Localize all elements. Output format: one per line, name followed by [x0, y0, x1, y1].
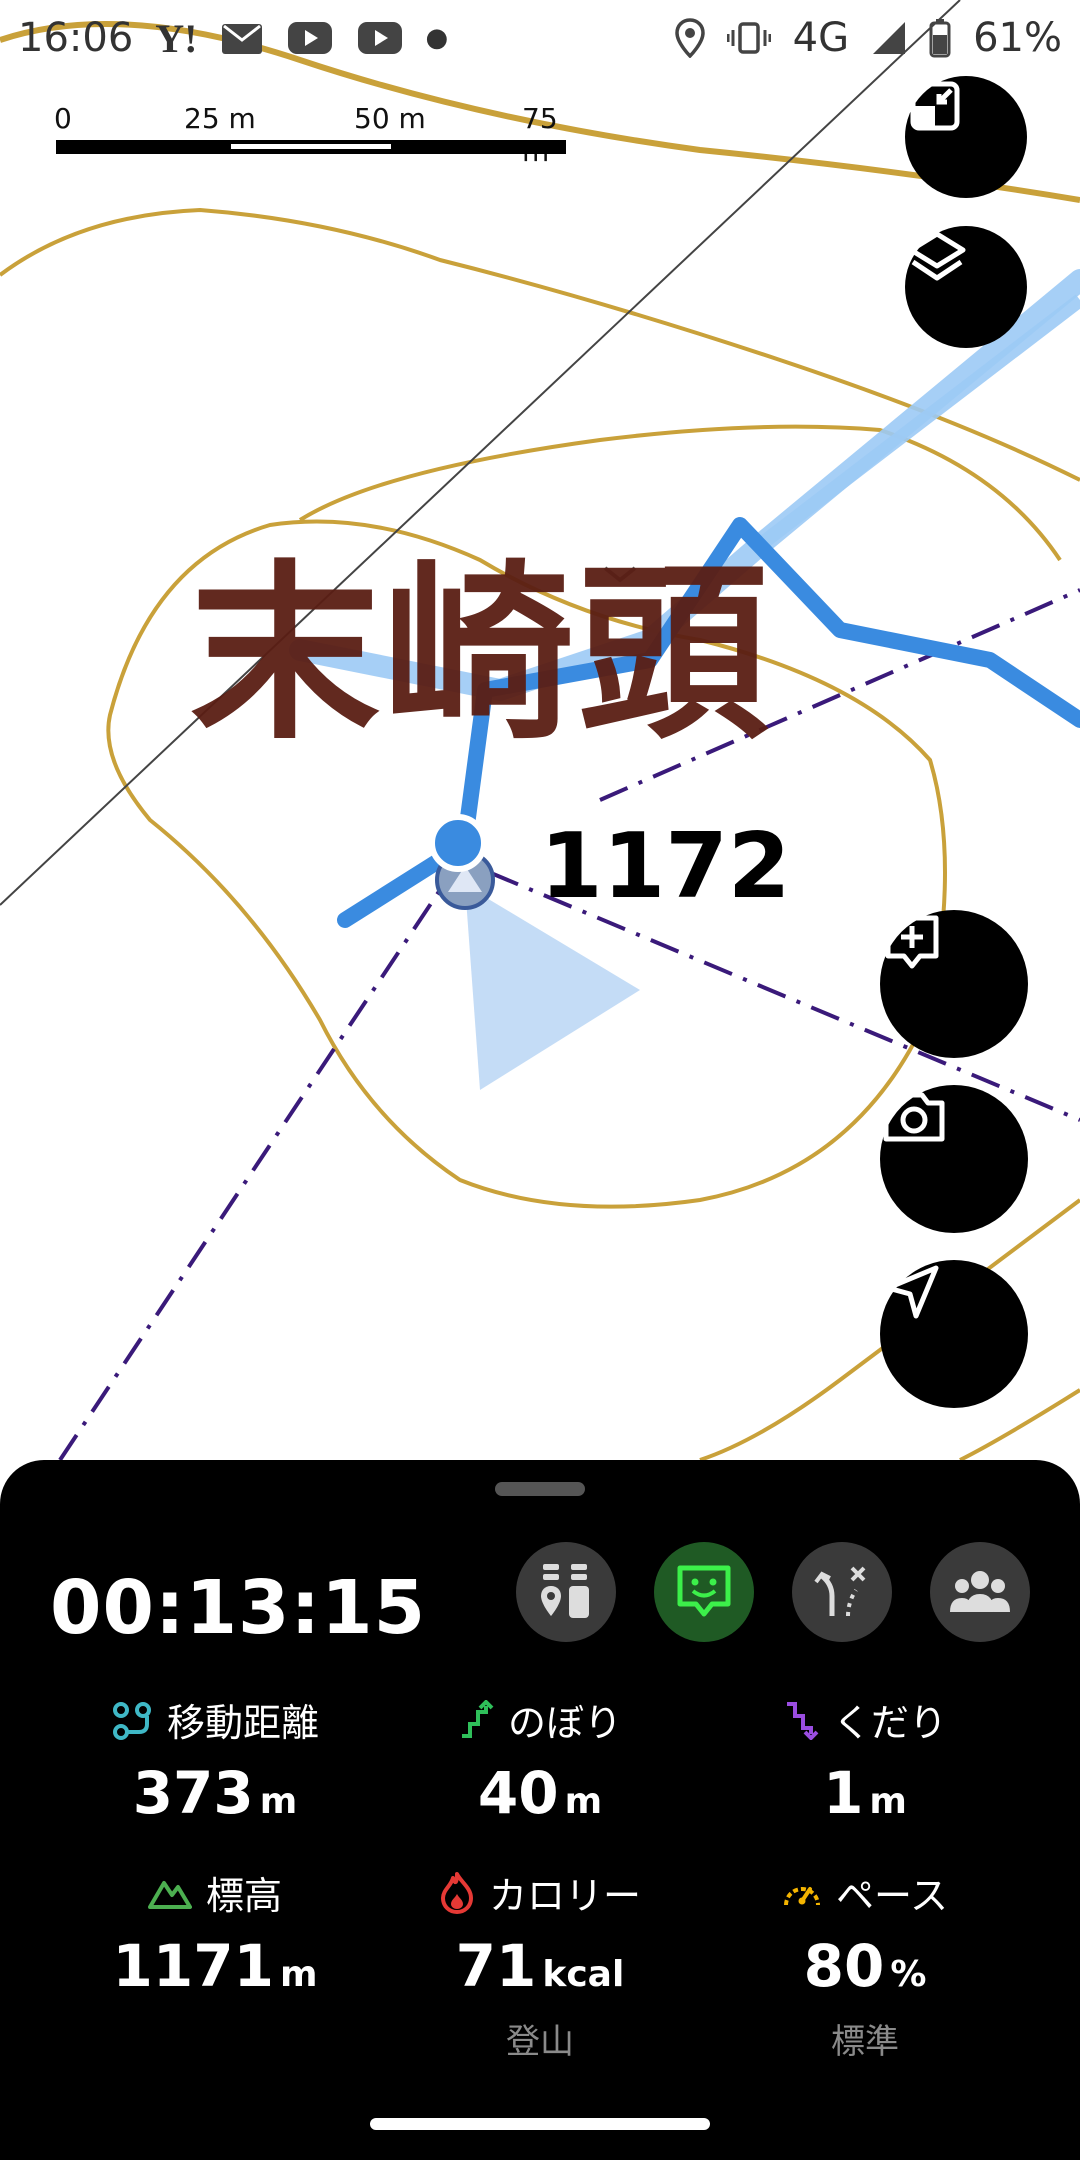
add-note-button[interactable]	[880, 910, 1028, 1058]
stat-unit: kcal	[542, 1954, 625, 1995]
camera-icon	[883, 1092, 945, 1142]
stat-pace: ペース 80% 標準	[695, 1865, 1035, 2063]
stat-label: のぼり	[507, 1701, 622, 1745]
peak-name-label: 末崎頭	[190, 544, 773, 765]
scale-label: 0	[54, 102, 72, 135]
scale-bar: 0 25 m 50 m 75 m	[54, 102, 566, 168]
drag-handle[interactable]	[495, 1482, 585, 1496]
youtube-icon	[357, 22, 402, 54]
stat-unit: m	[259, 1781, 298, 1822]
stat-sub: 登山	[506, 2022, 574, 2062]
stat-unit: m	[564, 1781, 603, 1822]
stat-elevation: 標高 1171 m	[45, 1865, 385, 2000]
stat-value: 373	[132, 1759, 254, 1827]
checkpoint-icon	[541, 1564, 589, 1618]
fullscreen-exit-icon	[910, 81, 960, 131]
planned-route	[755, 294, 1080, 551]
stat-label: ペース	[835, 1874, 949, 1918]
assistant-icon	[677, 1565, 731, 1617]
mail-icon	[221, 24, 262, 54]
contour-line	[298, 424, 1062, 562]
stat-calories: カロリー 71 kcal 登山	[370, 1865, 710, 2063]
off-route-icon	[814, 1566, 866, 1617]
stat-value: 80	[803, 1932, 885, 2000]
route-icon	[112, 1701, 151, 1740]
stat-value: 40	[477, 1759, 559, 1827]
youtube-icon	[287, 22, 332, 54]
add-note-icon	[885, 915, 939, 969]
battery-icon	[929, 19, 951, 58]
stat-unit: m	[279, 1954, 318, 1995]
status-time: 16:06	[18, 15, 134, 61]
current-location-dot	[429, 814, 487, 872]
network-type: 4G	[792, 15, 850, 61]
stat-unit: %	[890, 1954, 927, 1995]
off-route-button[interactable]	[792, 1542, 892, 1642]
scale-label: 25 m	[184, 102, 256, 135]
stat-value: 1171	[112, 1932, 274, 2000]
stat-descent: くだり 1m	[695, 1692, 1035, 1827]
stat-label: 移動距離	[166, 1701, 319, 1745]
stat-value: 1	[823, 1759, 864, 1827]
stat-unit: m	[869, 1781, 907, 1822]
stat-distance: 移動距離 373 m	[45, 1692, 385, 1827]
stat-label: 標高	[205, 1874, 282, 1918]
home-indicator[interactable]	[370, 2118, 710, 2130]
fullscreen-exit-button[interactable]	[905, 76, 1027, 198]
navigate-button[interactable]	[880, 1260, 1028, 1408]
navigate-icon	[885, 1265, 939, 1319]
signal-icon	[873, 22, 906, 54]
flame-icon	[440, 1871, 473, 1914]
stat-label: くだり	[832, 1701, 947, 1745]
group-button[interactable]	[930, 1542, 1030, 1642]
stat-sub: 標準	[831, 2022, 899, 2062]
stat-ascent: のぼり 40 m	[370, 1692, 710, 1827]
peak-elevation-label: 1172	[540, 814, 791, 919]
assistant-button[interactable]	[654, 1542, 754, 1642]
status-bar: 16:06 Y! ● 4G 61%	[0, 0, 1080, 76]
mountain-icon	[147, 1880, 192, 1909]
checkpoint-button[interactable]	[516, 1542, 616, 1642]
stat-value: 71	[455, 1932, 537, 2000]
scale-label: 75 m	[522, 102, 558, 168]
stat-label: カロリー	[488, 1874, 641, 1918]
speedometer-icon	[783, 1886, 820, 1905]
group-icon	[950, 1571, 1010, 1612]
map-view[interactable]: 末崎頭 1172 0 25 m 50 m 75 m	[0, 0, 1080, 1480]
descent-icon	[786, 1701, 819, 1740]
elapsed-time: 00:13:15	[50, 1565, 427, 1651]
battery-level: 61%	[973, 15, 1062, 61]
ascent-icon	[461, 1699, 494, 1738]
yahoo-icon: Y!	[155, 15, 198, 61]
dot-icon: ●	[425, 23, 449, 53]
scale-label: 50 m	[354, 102, 426, 135]
vibrate-icon	[726, 22, 771, 54]
camera-button[interactable]	[880, 1085, 1028, 1233]
location-icon	[674, 18, 705, 58]
layers-button[interactable]	[905, 226, 1027, 348]
layers-icon	[908, 231, 966, 281]
activity-panel[interactable]: 00:13:15 移動距離 373 m のぼり 40 m くだり 1 m 標高 …	[0, 1460, 1080, 2160]
